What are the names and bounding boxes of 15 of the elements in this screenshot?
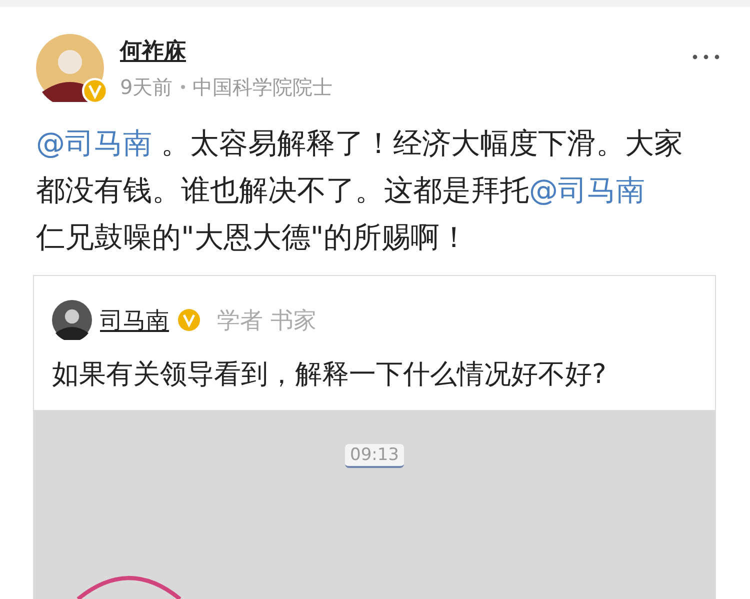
quoted-post-card[interactable]: 司马南 学者 书家 如果有关领导看到，解释一下什么情况好不好? 09:13 <box>33 275 716 599</box>
circle-mark-icon <box>74 575 184 599</box>
more-icon[interactable] <box>692 54 720 60</box>
quoted-post-text: 如果有关领导看到，解释一下什么情况好不好? <box>52 358 608 392</box>
mention-link[interactable]: @司马南 <box>529 173 645 207</box>
avatar[interactable] <box>52 300 92 340</box>
author-name[interactable]: 何祚庥 <box>120 36 186 66</box>
separator-dot-icon <box>180 85 185 89</box>
chat-timestamp: 09:13 <box>345 444 404 468</box>
mention-link[interactable]: @司马南 <box>36 126 152 160</box>
author-name[interactable]: 司马南 <box>100 304 169 336</box>
author-tags: 学者 书家 <box>217 304 316 336</box>
post-text: @司马南 。太容易解释了！经济大幅度下滑。大家都没有钱。谁也解决不了。这都是拜托@司马南 仁兄鼓噪的"大恩大德"的所赐啊！ <box>36 125 684 256</box>
author-title: 中国科学院院士 <box>192 74 333 100</box>
post-time: 9天前 <box>120 74 173 100</box>
